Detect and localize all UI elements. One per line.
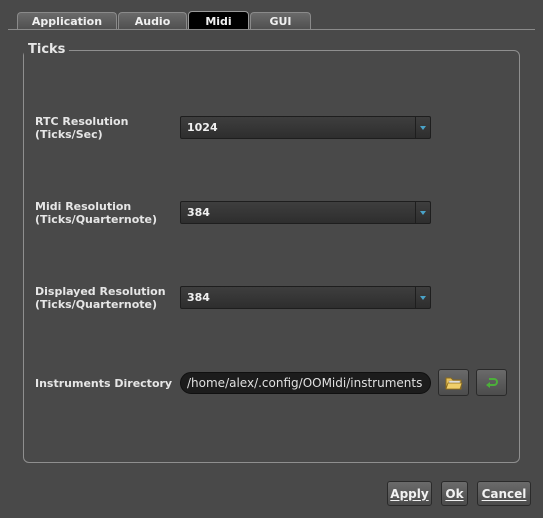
- displayed-resolution-value: 384: [187, 291, 210, 304]
- displayed-resolution-combo[interactable]: 384: [180, 286, 431, 309]
- tab-audio[interactable]: Audio: [118, 12, 187, 29]
- midi-resolution-value: 384: [187, 206, 210, 219]
- reset-directory-button[interactable]: [476, 369, 507, 396]
- instruments-directory-field[interactable]: /home/alex/.config/OOMidi/instruments: [180, 372, 431, 394]
- apply-button[interactable]: Apply: [387, 481, 432, 506]
- rtc-resolution-label: RTC Resolution (Ticks/Sec): [35, 115, 129, 141]
- displayed-resolution-label: Displayed Resolution (Ticks/Quarternote): [35, 285, 166, 311]
- ticks-groupbox: [23, 50, 520, 463]
- tab-bar: Application Audio Midi GUI: [0, 0, 543, 30]
- rtc-resolution-combo[interactable]: 1024: [180, 116, 431, 139]
- midi-resolution-label: Midi Resolution (Ticks/Quarternote): [35, 200, 158, 226]
- tab-application[interactable]: Application: [17, 12, 117, 29]
- ok-button[interactable]: Ok: [441, 481, 468, 506]
- cancel-button[interactable]: Cancel: [477, 481, 531, 506]
- tab-gui[interactable]: GUI: [250, 12, 311, 29]
- ticks-group-title: Ticks: [24, 42, 70, 57]
- reset-arrow-icon: [485, 377, 498, 388]
- tab-divider: [8, 29, 535, 30]
- chevron-down-icon[interactable]: [415, 202, 430, 223]
- chevron-down-icon[interactable]: [415, 287, 430, 308]
- browse-folder-button[interactable]: [438, 369, 469, 396]
- folder-icon: [444, 377, 463, 389]
- chevron-down-icon[interactable]: [415, 117, 430, 138]
- tab-midi[interactable]: Midi: [188, 11, 249, 30]
- rtc-resolution-value: 1024: [187, 121, 218, 134]
- midi-resolution-combo[interactable]: 384: [180, 201, 431, 224]
- instruments-directory-label: Instruments Directory: [35, 377, 173, 390]
